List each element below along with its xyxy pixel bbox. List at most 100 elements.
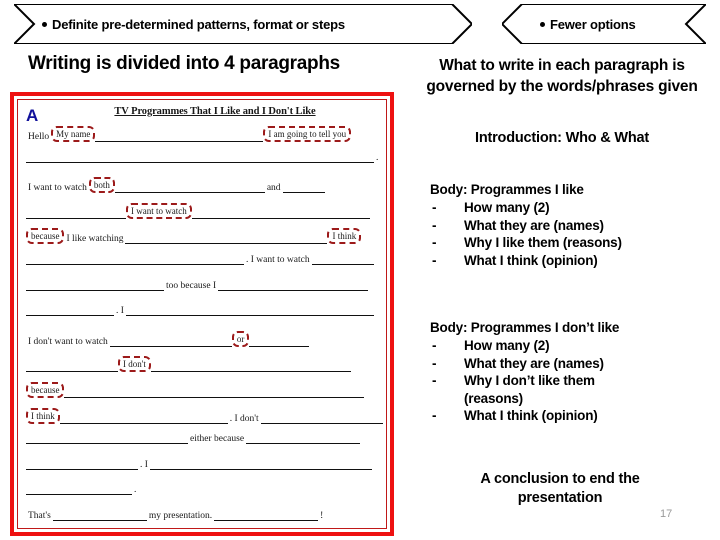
worksheet-static-text: . [134, 485, 137, 496]
worksheet-static-text: ! [320, 511, 324, 521]
dash-bullet-icon: - [432, 355, 437, 371]
worksheet-blank-rule[interactable] [26, 484, 132, 496]
right-heading: What to write in each paragraph is gover… [404, 55, 720, 97]
dash-bullet-icon: - [432, 217, 437, 233]
worksheet-blank-rule[interactable] [249, 336, 310, 347]
worksheet-blank-rule[interactable] [150, 361, 351, 373]
worksheet-cue-box: because [26, 228, 65, 245]
outline-conclusion: A conclusion to end the presentation [420, 470, 700, 508]
worksheet-line: too because I [26, 280, 378, 295]
conclusion-line-2: presentation [517, 490, 603, 506]
outline-list-item-label: What they are (names) [464, 217, 604, 233]
dash-bullet-icon: - [432, 338, 437, 353]
worksheet-blank-rule[interactable] [26, 254, 244, 265]
worksheet-blank-rule[interactable] [191, 208, 370, 219]
worksheet-static-text: Hello [28, 132, 50, 142]
outline-body-like-list: - How many (2) - What they are (names) - Why … [430, 199, 720, 269]
worksheet-static-text: I like watching [66, 234, 124, 245]
worksheet-static-text: . I don't [229, 413, 259, 424]
worksheet-blank-rule[interactable] [114, 182, 265, 194]
outline-list-item: - Why I like them (reasons) [430, 234, 720, 252]
outline-list-item-label: Why I like them (reasons) [464, 235, 622, 250]
dash-bullet-icon: - [432, 200, 437, 215]
worksheet-static-text: either because [190, 434, 245, 445]
worksheet-line: either because [26, 433, 378, 448]
outline-list-item-label: Why I don’t like them [464, 373, 595, 388]
outline-intro-heading: Introduction: Who & What [475, 130, 649, 146]
worksheet-blank-rule[interactable] [95, 131, 264, 142]
worksheet-blank-rule[interactable] [26, 305, 114, 317]
worksheet-cue-box: or [231, 330, 250, 347]
banner-definite-patterns: Definite pre-determined patterns, format… [14, 4, 472, 44]
worksheet-blank-rule[interactable] [282, 182, 325, 194]
worksheet-blank-rule[interactable] [26, 433, 188, 445]
outline-list-item: - What they are (names) [430, 217, 720, 235]
worksheet-title: TV Programmes That I Like and I Don't Li… [114, 106, 316, 117]
worksheet-line: I don't want to watch or [26, 330, 378, 347]
worksheet-line: . I want to watch [26, 254, 378, 269]
outline-list-item-label: How many (2) [464, 338, 550, 353]
worksheet-page: A TV Programmes That I Like and I Don't … [17, 99, 387, 529]
outline-list-item-label: (reasons) [464, 390, 523, 406]
banner-fewer-options: Fewer options [502, 4, 706, 44]
worksheet-blank-rule[interactable] [218, 280, 369, 291]
worksheet-blank-rule[interactable] [246, 433, 361, 445]
worksheet-line: . [26, 484, 378, 499]
page-number: 17 [660, 508, 673, 520]
worksheet-static-text: I want to watch [28, 183, 87, 194]
outline-list-item: - What I think (opinion) [430, 252, 720, 270]
outline-list-item: - What I think (opinion) [430, 407, 720, 425]
worksheet-blank-rule[interactable] [214, 510, 319, 521]
outline-list-item: - How many (2) [430, 199, 720, 217]
worksheet-blank-rule[interactable] [311, 254, 374, 265]
worksheet-blank-rule[interactable] [26, 208, 126, 219]
worksheet-line: That's my presentation.! [26, 510, 378, 525]
worksheet-blank-rule[interactable] [26, 280, 164, 291]
worksheet-blank-rule[interactable] [64, 387, 365, 398]
worksheet-blank-rule[interactable] [260, 413, 383, 424]
worksheet-cue-box: I don't [118, 356, 151, 373]
worksheet-static-text: and [266, 183, 281, 194]
outline-list-item: - How many (2) [430, 337, 720, 355]
worksheet-static-text: . I [140, 459, 148, 470]
left-heading: Writing is divided into 4 paragraphs [28, 53, 340, 74]
worksheet-blank-rule[interactable] [149, 459, 372, 470]
worksheet-cue-box: I am going to tell you [263, 126, 352, 142]
worksheet-line: because [26, 382, 378, 398]
worksheet-blank-rule[interactable] [26, 459, 138, 470]
right-heading-line-1: What to write in each paragraph is [439, 57, 685, 74]
worksheet-line: I don't [26, 356, 378, 373]
worksheet-line: Hello My name I am going to tell you [26, 126, 378, 142]
worksheet-blank-rule[interactable] [26, 361, 118, 373]
worksheet-blank-rule[interactable] [125, 305, 374, 317]
worksheet-blank-rule[interactable] [109, 336, 232, 347]
worksheet-cue-box: I think [26, 407, 60, 424]
outline-list-item-label: What they are (names) [464, 355, 604, 371]
worksheet-cue-box: I want to watch [126, 202, 192, 219]
outline-body-dislike: Body: Programmes I don’t like - How many … [430, 320, 720, 425]
outline-list-item: (reasons) [430, 390, 720, 408]
outline-body-dislike-list: - How many (2) - What they are (names) - Why … [430, 337, 720, 425]
worksheet-static-text: I don't want to watch [28, 336, 108, 347]
outline-list-item-label: What I think (opinion) [464, 252, 598, 268]
dash-bullet-icon: - [432, 235, 437, 250]
worksheet-cue-box: because [26, 382, 65, 398]
worksheet-line: I think . I don't [26, 407, 383, 424]
bullet-dot-icon [540, 21, 545, 27]
bullet-dot-icon [42, 21, 47, 27]
worksheet-blank-rule[interactable] [59, 413, 228, 424]
outline-list-item-label: What I think (opinion) [464, 408, 598, 423]
worksheet-blank-rule[interactable] [26, 152, 374, 163]
worksheet-static-text: . I want to watch [246, 255, 310, 265]
worksheet-blank-rule[interactable] [125, 233, 328, 245]
worksheet-static-text: That's [28, 511, 51, 521]
right-heading-line-2: governed by the words/phrases given [426, 78, 698, 95]
worksheet-red-frame: A TV Programmes That I Like and I Don't … [10, 92, 394, 536]
banner-row: Definite pre-determined patterns, format… [0, 4, 720, 44]
dash-bullet-icon: - [432, 408, 437, 423]
outline-body-like: Body: Programmes I like - How many (2) - Wh… [430, 182, 720, 269]
outline-body-like-title: Body: Programmes I like [430, 182, 584, 197]
outline-list-item: - Why I don’t like them [430, 372, 720, 390]
banner-2-text: Fewer options [540, 17, 636, 32]
worksheet-blank-rule[interactable] [52, 510, 147, 521]
